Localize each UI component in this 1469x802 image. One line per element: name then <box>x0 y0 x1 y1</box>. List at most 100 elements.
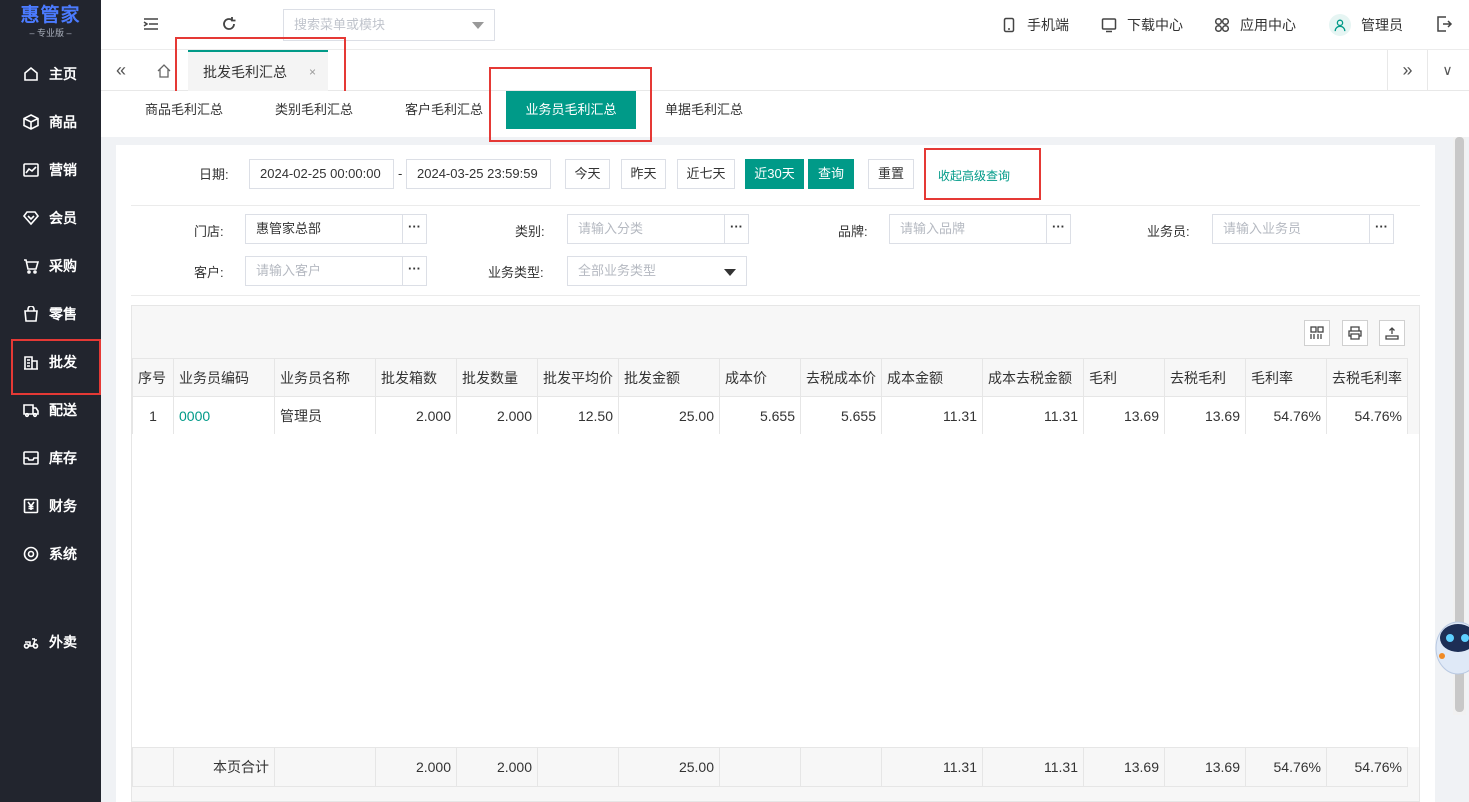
logo[interactable]: 惠管家 – 专业版 – <box>0 0 101 48</box>
reset-button[interactable]: 重置 <box>868 159 914 189</box>
brand-input[interactable]: 请输入品牌 ··· <box>889 214 1071 244</box>
column-header[interactable]: 毛利率 <box>1245 358 1327 397</box>
cell-salesman-code[interactable]: 0000 <box>173 396 275 436</box>
sidebar-item-home[interactable]: 主页 <box>0 50 101 98</box>
logout-icon[interactable] <box>1434 14 1454 34</box>
sidebar-item-finance[interactable]: 财务 <box>0 482 101 530</box>
date-end-input[interactable]: 2024-03-25 23:59:59 <box>406 159 551 189</box>
sidebar-item-purchase[interactable]: 采购 <box>0 242 101 290</box>
column-header[interactable]: 毛利 <box>1083 358 1165 397</box>
assistant-robot-icon[interactable] <box>1432 608 1469 682</box>
store-label: 门店: <box>194 224 224 239</box>
sidebar-item-retail[interactable]: 零售 <box>0 290 101 338</box>
sidebar-item-delivery[interactable]: 配送 <box>0 386 101 434</box>
mobile-label: 手机端 <box>1027 17 1069 33</box>
sidebar-item-takeout[interactable]: 外卖 <box>0 618 101 666</box>
sum-net-cost-amount: 11.31 <box>982 747 1084 787</box>
columns-icon[interactable] <box>1304 320 1330 346</box>
column-header[interactable]: 去税毛利 <box>1164 358 1246 397</box>
refresh-icon[interactable] <box>219 14 239 34</box>
column-header[interactable]: 批发金额 <box>618 358 720 397</box>
truck-icon <box>22 401 40 419</box>
mobile-link[interactable]: 手机端 <box>1001 0 1069 50</box>
customer-placeholder: 请输入客户 <box>256 263 322 278</box>
salesman-input[interactable]: 请输入业务员 ··· <box>1212 214 1394 244</box>
column-header[interactable]: 批发数量 <box>456 358 538 397</box>
sidebar-item-marketing[interactable]: 营销 <box>0 146 101 194</box>
tab-scroll-left-icon[interactable]: « <box>101 50 141 91</box>
sidebar-item-label: 批发 <box>49 354 77 370</box>
last-30-days-button[interactable]: 近30天 <box>745 159 804 189</box>
sidebar-item-label: 外卖 <box>49 634 77 650</box>
more-icon[interactable]: ··· <box>724 215 748 243</box>
sidebar-item-wholesale[interactable]: 批发 <box>0 338 101 386</box>
home-tab-icon[interactable] <box>144 50 184 91</box>
sidebar-item-inventory[interactable]: 库存 <box>0 434 101 482</box>
sidebar-item-member[interactable]: 会员 <box>0 194 101 242</box>
chevron-down-icon[interactable]: ∨ <box>1427 50 1467 91</box>
column-header[interactable]: 成本金额 <box>881 358 983 397</box>
store-input[interactable]: 惠管家总部 ··· <box>245 214 427 244</box>
column-header[interactable]: 业务员编码 <box>173 358 275 397</box>
collapse-advanced-link[interactable]: 收起高级查询 <box>938 167 1010 184</box>
sidebar-item-label: 商品 <box>49 114 77 130</box>
topbar: 搜索菜单或模块 手机端 下载中心 应用中心 管理员 <box>101 0 1469 50</box>
target-icon <box>22 545 40 563</box>
inbox-icon <box>22 449 40 467</box>
subtab-customer-profit[interactable]: 客户毛利汇总 <box>405 91 483 137</box>
cell-cost-price: 5.655 <box>719 396 801 436</box>
brand-edition: – 专业版 – <box>29 28 72 38</box>
column-header[interactable]: 批发平均价 <box>537 358 619 397</box>
tab-scroll-right-icon[interactable]: » <box>1387 50 1427 91</box>
export-icon[interactable] <box>1379 320 1405 346</box>
cell-empty <box>537 747 619 787</box>
main-content: 日期: 2024-02-25 00:00:00 - 2024-03-25 23:… <box>116 145 1435 802</box>
user-menu[interactable]: 管理员 <box>1329 0 1403 50</box>
customer-input[interactable]: 请输入客户 ··· <box>245 256 427 286</box>
cell-amount: 25.00 <box>618 396 720 436</box>
biztype-select[interactable]: 全部业务类型 <box>567 256 747 286</box>
divider <box>131 295 1420 296</box>
sidebar-item-label: 库存 <box>49 450 77 466</box>
search-placeholder: 搜索菜单或模块 <box>294 17 386 32</box>
subtab-category-profit[interactable]: 类别毛利汇总 <box>275 91 353 137</box>
sidebar-item-goods[interactable]: 商品 <box>0 98 101 146</box>
column-header[interactable]: 成本去税金额 <box>982 358 1084 397</box>
tab-wholesale-profit-summary[interactable]: 批发毛利汇总 × <box>188 50 328 91</box>
close-icon[interactable]: × <box>309 65 316 79</box>
more-icon[interactable]: ··· <box>402 215 426 243</box>
print-icon[interactable] <box>1342 320 1368 346</box>
menu-fold-icon[interactable] <box>141 14 161 34</box>
cell-net-profit: 13.69 <box>1164 396 1246 436</box>
column-header[interactable]: 去税毛利率 <box>1326 358 1408 397</box>
more-icon[interactable]: ··· <box>1046 215 1070 243</box>
cart-icon <box>22 257 40 275</box>
more-icon[interactable]: ··· <box>402 257 426 285</box>
download-link[interactable]: 下载中心 <box>1101 0 1183 50</box>
table-row[interactable]: 1 0000 管理员 2.000 2.000 12.50 25.00 5.655… <box>132 396 1408 436</box>
subtab-document-profit[interactable]: 单据毛利汇总 <box>665 91 743 137</box>
home-icon <box>22 65 40 83</box>
column-header[interactable]: 批发箱数 <box>375 358 457 397</box>
today-button[interactable]: 今天 <box>565 159 610 189</box>
apps-link[interactable]: 应用中心 <box>1214 0 1296 50</box>
date-start-input[interactable]: 2024-02-25 00:00:00 <box>249 159 394 189</box>
subtab-goods-profit[interactable]: 商品毛利汇总 <box>145 91 223 137</box>
search-select[interactable]: 搜索菜单或模块 <box>283 9 495 41</box>
more-icon[interactable]: ··· <box>1369 215 1393 243</box>
sidebar-item-label: 配送 <box>49 402 77 418</box>
column-header[interactable]: 去税成本价 <box>800 358 882 397</box>
subtab-salesman-profit[interactable]: 业务员毛利汇总 <box>506 91 636 129</box>
date-separator: - <box>398 166 403 181</box>
bag-icon <box>22 305 40 323</box>
category-input[interactable]: 请输入分类 ··· <box>567 214 749 244</box>
column-header[interactable]: 成本价 <box>719 358 801 397</box>
sidebar-item-system[interactable]: 系统 <box>0 530 101 578</box>
last-7-days-button[interactable]: 近七天 <box>677 159 735 189</box>
sidebar-item-label: 财务 <box>49 498 77 514</box>
query-button[interactable]: 查询 <box>808 159 854 189</box>
column-header[interactable]: 序号 <box>132 358 174 397</box>
column-header[interactable]: 业务员名称 <box>274 358 376 397</box>
cell-profit-rate: 54.76% <box>1245 396 1327 436</box>
yesterday-button[interactable]: 昨天 <box>621 159 666 189</box>
